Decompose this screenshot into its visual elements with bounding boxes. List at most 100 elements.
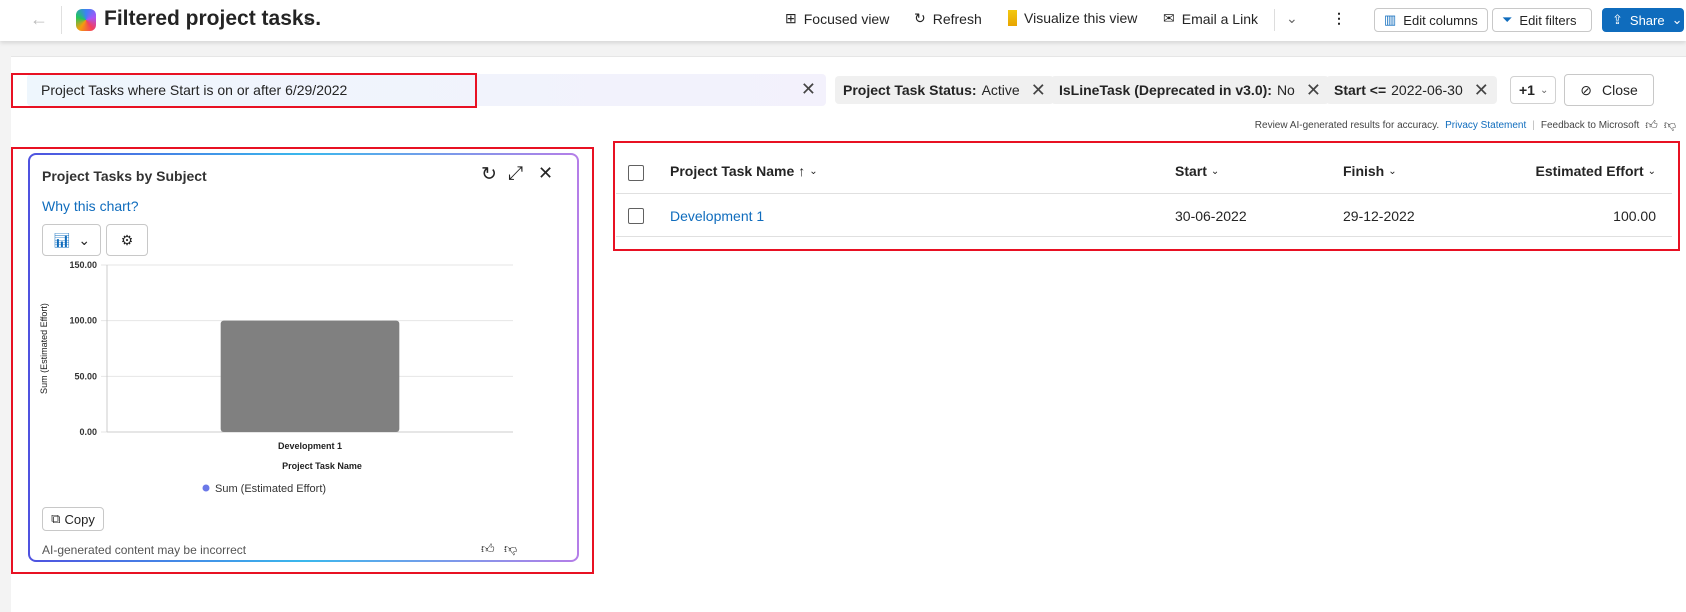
chart-title: Project Tasks by Subject [42, 168, 207, 184]
regenerate-icon[interactable]: ↻ [481, 163, 497, 186]
chip-label: Project Task Status: [843, 82, 977, 98]
refresh-icon: ↻ [914, 10, 926, 26]
refresh-label: Refresh [932, 10, 982, 27]
chip-label: IsLineTask (Deprecated in v3.0): [1059, 82, 1272, 98]
edit-filters-button[interactable]: ⏷ Edit filters [1492, 8, 1592, 32]
chart-type-dropdown[interactable]: 📊︎ ⌄ [42, 224, 101, 256]
view-chevron-down-icon[interactable]: ⌄ [302, 10, 314, 27]
divider: | [1532, 120, 1535, 131]
finish-cell: 29-12-2022 [1343, 208, 1415, 224]
close-button[interactable]: ⊘ Close [1564, 74, 1654, 106]
remove-filter-icon[interactable]: ✕ [1031, 80, 1046, 101]
feedback-text: Feedback to Microsoft [1540, 120, 1640, 131]
thumbs-up-icon[interactable]: 👍︎ [1645, 118, 1658, 133]
more-chevron-down-icon[interactable]: ⌄ [1286, 10, 1298, 27]
close-chart-icon[interactable]: ✕ [538, 163, 553, 184]
copy-label: Copy [64, 511, 95, 527]
divider [616, 193, 1672, 194]
thumbs-down-icon[interactable]: 👎︎ [1664, 118, 1676, 133]
column-header-estimated-effort[interactable]: Estimated Effort ⌄ [1535, 163, 1656, 179]
power-bi-icon [1008, 10, 1017, 26]
sort-ascending-icon: ↑ [798, 163, 806, 179]
privacy-link[interactable]: Privacy Statement [1445, 120, 1526, 131]
chevron-down-icon: ⌄ [1671, 12, 1683, 27]
chart-settings-button[interactable]: ⚙ [106, 224, 148, 256]
legend-label: Sum (Estimated Effort) [215, 483, 326, 495]
refresh-button[interactable]: ↻ Refresh [914, 10, 982, 27]
remove-filter-icon[interactable]: ✕ [1474, 80, 1489, 101]
visualize-label: Visualize this view [1024, 10, 1138, 26]
x-tick-label: Development 1 [278, 441, 342, 451]
more-filters-label: +1 [1519, 82, 1535, 98]
edit-filters-label: Edit filters [1519, 12, 1577, 28]
edit-columns-button[interactable]: ▥ Edit columns [1374, 8, 1488, 32]
column-header-start[interactable]: Start ⌄ [1175, 163, 1219, 179]
chip-label: Start <= [1334, 82, 1387, 98]
y-tick-label: 150.00 [69, 260, 97, 270]
back-arrow-icon[interactable]: ← [30, 9, 48, 30]
x-axis-title: Project Task Name [282, 461, 362, 471]
share-button[interactable]: ⇪ Share ⌄ [1602, 8, 1684, 32]
bar [220, 320, 400, 432]
y-axis-title: Sum (Estimated Effort) [39, 303, 49, 394]
filter-chip-status[interactable]: Project Task Status: Active ✕ [835, 76, 1054, 104]
chip-value: Active [981, 82, 1020, 98]
select-all-checkbox[interactable] [628, 165, 644, 181]
email-link-label: Email a Link [1181, 10, 1258, 27]
divider [1274, 9, 1275, 31]
chevron-down-icon: ⌄ [78, 231, 91, 248]
grid-icon: ⊞ [785, 10, 797, 26]
copilot-logo-icon [76, 9, 96, 31]
filter-chip-islinetask[interactable]: IsLineTask (Deprecated in v3.0): No ✕ [1051, 76, 1329, 104]
column-header-finish[interactable]: Finish ⌄ [1343, 163, 1397, 179]
email-icon: ✉ [1163, 10, 1175, 26]
why-this-chart-link[interactable]: Why this chart? [42, 198, 138, 214]
more-options-icon[interactable]: ⋮ [1332, 10, 1346, 27]
chip-value: 2022-06-30 [1391, 82, 1463, 98]
ai-footer-text: AI-generated content may be incorrect [42, 543, 247, 557]
focused-view-label: Focused view [803, 10, 890, 27]
effort-cell: 100.00 [1613, 208, 1656, 224]
copy-icon: ⧉ [51, 511, 61, 526]
copy-button[interactable]: ⧉ Copy [42, 507, 104, 531]
column-label: Project Task Name [670, 163, 795, 179]
chevron-down-icon: ⌄ [1388, 165, 1397, 177]
remove-filter-icon[interactable]: ✕ [1306, 80, 1321, 101]
share-icon: ⇪ [1612, 12, 1623, 27]
columns-icon: ▥ [1384, 12, 1397, 27]
expand-icon[interactable]: ⤢ [508, 163, 523, 185]
disclaimer-text: Review AI-generated results for accuracy… [1254, 120, 1440, 131]
clear-query-icon[interactable]: ✕ [801, 79, 816, 100]
column-label: Estimated Effort [1535, 163, 1644, 179]
bar-chart: 0.00 50.00 100.00 150.00 Development 1 Projec… [39, 260, 513, 495]
edit-columns-label: Edit columns [1403, 12, 1478, 28]
visualize-button[interactable]: Visualize this view [1008, 10, 1137, 26]
highlight-box [613, 141, 1680, 251]
view-title: Filtered project tasks. [104, 7, 322, 30]
start-cell: 30-06-2022 [1175, 208, 1247, 224]
email-link-button[interactable]: ✉ Email a Link [1163, 10, 1258, 27]
filter-chip-start[interactable]: Start <= 2022-06-30 ✕ [1326, 76, 1497, 104]
legend-marker [202, 484, 210, 492]
thumbs-down-icon[interactable]: 👎︎ [504, 541, 517, 557]
chevron-down-icon: ⌄ [1210, 165, 1220, 177]
chip-value: No [1276, 82, 1295, 98]
column-header-name[interactable]: Project Task Name ↑ ⌄ [670, 163, 818, 179]
close-label: Close [1601, 82, 1638, 98]
ai-disclaimer: Review AI-generated results for accuracy… [1255, 118, 1676, 133]
task-name-link[interactable]: Development 1 [670, 208, 764, 224]
row-checkbox[interactable] [628, 208, 644, 224]
highlight-box [11, 73, 477, 108]
chart-card: Project Tasks by Subject ↻ ⤢ ✕ Why this … [28, 153, 579, 562]
divider [616, 236, 1672, 237]
eye-off-icon: ⊘ [1580, 81, 1592, 98]
chevron-down-icon: ⌄ [809, 165, 818, 177]
focused-view-button[interactable]: ⊞ Focused view [785, 10, 889, 27]
divider [61, 6, 62, 34]
thumbs-up-icon[interactable]: 👍︎ [481, 541, 495, 557]
column-label: Start [1175, 163, 1207, 179]
chevron-down-icon: ⌄ [1647, 165, 1656, 177]
more-filters-button[interactable]: +1 ⌄ [1510, 76, 1556, 104]
y-tick-label: 100.00 [69, 316, 97, 326]
bar-chart-icon: 📊︎ [52, 231, 71, 248]
